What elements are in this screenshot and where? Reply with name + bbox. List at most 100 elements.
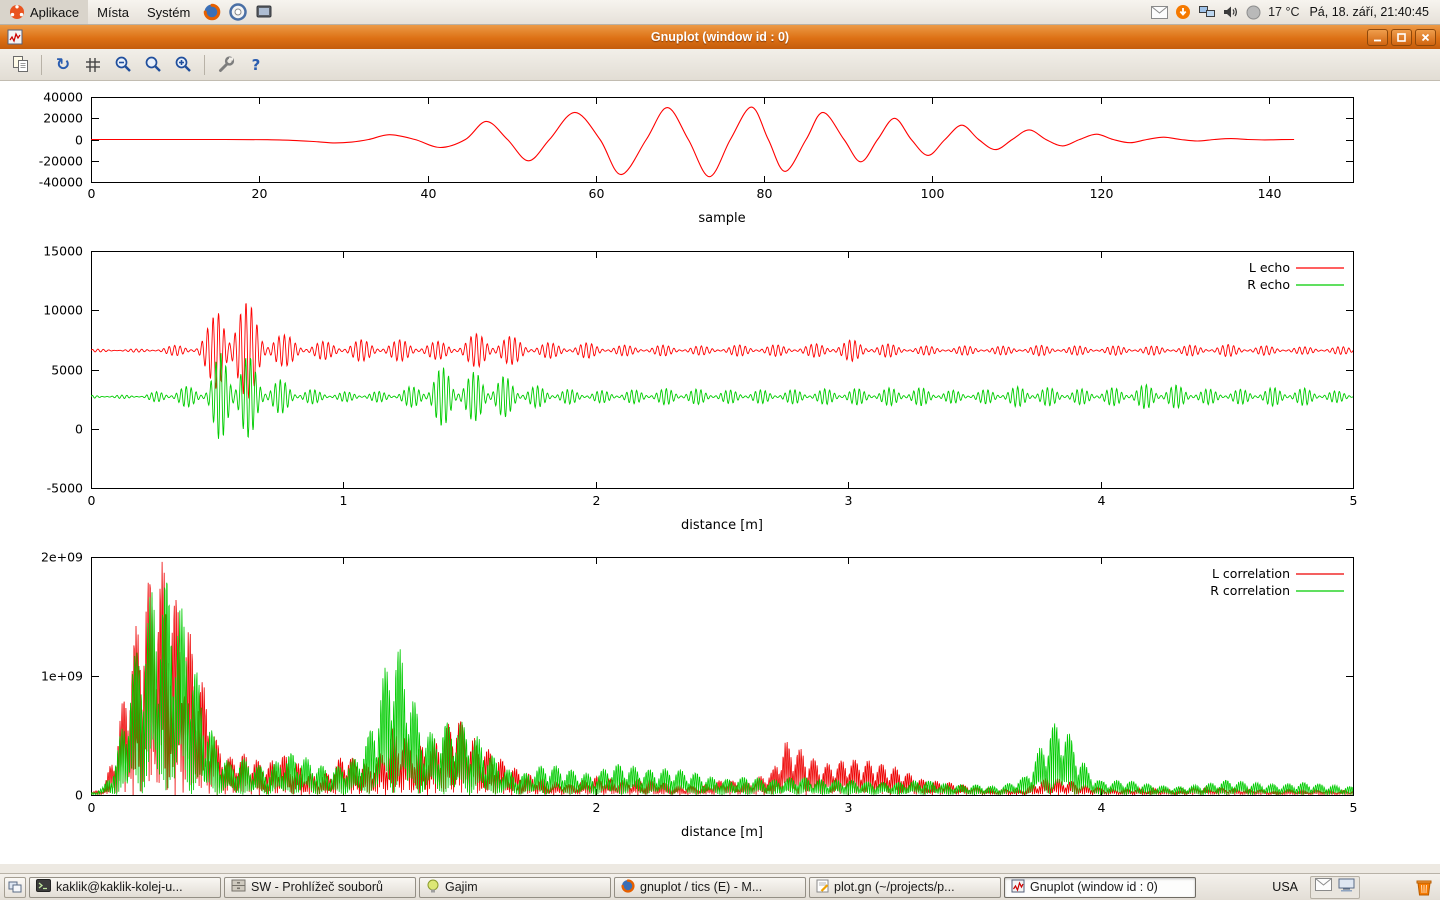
correlation-chart: 01234501e+092e+09distance [m]L correlati… xyxy=(0,546,1440,846)
x-tick-label: 40 xyxy=(421,186,437,201)
task-gajim[interactable]: Gajim xyxy=(419,877,611,898)
x-tick-label: 3 xyxy=(845,493,853,508)
x-tick-label: 2 xyxy=(593,800,601,815)
x-tick-label: 0 xyxy=(88,493,96,508)
network-icon[interactable] xyxy=(1198,5,1216,19)
menu-label-places: Místa xyxy=(97,5,129,20)
configure-button[interactable] xyxy=(212,52,240,78)
x-tick-label: 80 xyxy=(757,186,773,201)
volume-icon[interactable] xyxy=(1223,5,1239,19)
places-menu[interactable]: Místa xyxy=(88,0,138,24)
x-tick-label: 100 xyxy=(921,186,945,201)
replot-button[interactable]: ↻ xyxy=(49,52,77,78)
toolbar-separator xyxy=(204,55,205,75)
x-axis-label: sample xyxy=(698,211,745,226)
help-icon[interactable] xyxy=(225,0,251,24)
minimize-button[interactable] xyxy=(1367,29,1388,46)
x-tick-label: 3 xyxy=(845,800,853,815)
task-label: gnuplot / tics (E) - M... xyxy=(640,880,762,894)
y-tick-label: 0 xyxy=(75,422,83,437)
mail-icon[interactable] xyxy=(1315,878,1332,896)
x-tick-label: 20 xyxy=(252,186,268,201)
top-panel: Aplikace Místa Systém xyxy=(0,0,1440,25)
series-L-echo xyxy=(91,304,1353,399)
y-tick-label: 20000 xyxy=(43,111,83,126)
x-tick-label: 2 xyxy=(593,493,601,508)
y-tick-label: -5000 xyxy=(47,481,83,496)
plot-surface: 020406080100120140-40000-200000200004000… xyxy=(0,81,1440,864)
help-button[interactable]: ? xyxy=(242,52,270,78)
terminal-icon xyxy=(36,879,51,895)
y-tick-label: 5000 xyxy=(51,363,83,378)
desktop-strip xyxy=(0,864,1440,873)
plot-border xyxy=(92,252,1354,489)
grid-button[interactable] xyxy=(79,52,107,78)
zoom-out-button[interactable] xyxy=(109,52,137,78)
window-list-button[interactable] xyxy=(4,877,26,898)
y-tick-label: 15000 xyxy=(43,244,83,259)
x-tick-label: 5 xyxy=(1350,800,1358,815)
window-titlebar[interactable]: Gnuplot (window id : 0) xyxy=(0,25,1440,49)
panel-tray: 17 °C Pá, 18. září, 21:40:45 xyxy=(1151,0,1440,24)
x-tick-label: 1 xyxy=(340,493,348,508)
legend-label: R echo xyxy=(1247,277,1290,292)
firefox-icon xyxy=(621,879,635,896)
update-icon[interactable] xyxy=(1175,4,1191,20)
x-tick-label: 1 xyxy=(340,800,348,815)
close-button[interactable] xyxy=(1415,29,1436,46)
y-tick-label: 0 xyxy=(75,133,83,148)
legend-label: L correlation xyxy=(1212,566,1290,581)
waveform-chart: 020406080100120140-40000-200000200004000… xyxy=(0,85,1440,237)
system-menu[interactable]: Systém xyxy=(138,0,199,24)
x-tick-label: 60 xyxy=(589,186,605,201)
zoom-button[interactable] xyxy=(139,52,167,78)
echo-chart: 012345-5000050001000015000distance [m]L … xyxy=(0,240,1440,540)
gajim-icon xyxy=(426,879,440,896)
task-file-browser[interactable]: SW - Prohlížeč souborů xyxy=(224,877,416,898)
task-terminal[interactable]: kaklik@kaklik-kolej-u... xyxy=(29,877,221,898)
task-label: kaklik@kaklik-kolej-u... xyxy=(56,880,183,894)
zoom-in-button[interactable] xyxy=(169,52,197,78)
task-editor[interactable]: plot.gn (~/projects/p... xyxy=(809,877,1001,898)
y-tick-label: 2e+09 xyxy=(41,550,83,565)
y-tick-label: 40000 xyxy=(43,90,83,105)
screenshot-icon[interactable] xyxy=(251,0,277,24)
clock[interactable]: Pá, 18. září, 21:40:45 xyxy=(1306,5,1432,19)
task-label: Gnuplot (window id : 0) xyxy=(1030,880,1158,894)
y-tick-label: -20000 xyxy=(39,154,83,169)
menu-label-applications: Aplikace xyxy=(30,5,79,20)
window-buttons xyxy=(1367,29,1436,46)
temperature: 17 °C xyxy=(1268,5,1299,19)
desktop: Aplikace Místa Systém xyxy=(0,0,1440,900)
y-tick-label: 10000 xyxy=(43,303,83,318)
keyboard-layout-indicator[interactable]: USA xyxy=(1268,879,1302,895)
applications-menu[interactable]: Aplikace xyxy=(0,0,88,24)
x-tick-label: 0 xyxy=(88,800,96,815)
y-tick-label: -40000 xyxy=(39,175,83,190)
mail-icon[interactable] xyxy=(1151,6,1168,19)
y-tick-label: 1e+09 xyxy=(41,669,83,684)
x-axis-label: distance [m] xyxy=(681,825,763,840)
series-R-echo xyxy=(91,353,1353,439)
y-tick-label: 0 xyxy=(75,788,83,803)
window-title: Gnuplot (window id : 0) xyxy=(0,30,1440,44)
ubuntu-logo-icon xyxy=(9,4,25,20)
series-R-correlation xyxy=(91,583,1353,795)
task-label: SW - Prohlížeč souborů xyxy=(251,880,383,894)
task-firefox[interactable]: gnuplot / tics (E) - M... xyxy=(614,877,806,898)
text-editor-icon xyxy=(816,879,829,896)
legend-label: L echo xyxy=(1249,260,1290,275)
gnuplot-icon xyxy=(1011,879,1025,896)
display-icon[interactable] xyxy=(1338,878,1355,897)
toolbar: ↻ ? xyxy=(0,49,1440,81)
x-tick-label: 140 xyxy=(1258,186,1282,201)
trash-icon[interactable] xyxy=(1414,877,1434,897)
maximize-button[interactable] xyxy=(1391,29,1412,46)
firefox-icon[interactable] xyxy=(199,0,225,24)
task-gnuplot[interactable]: Gnuplot (window id : 0) xyxy=(1004,877,1196,898)
panel-menus: Aplikace Místa Systém xyxy=(0,0,277,24)
taskbar: kaklik@kaklik-kolej-u... SW - Prohlížeč … xyxy=(0,873,1440,900)
copy-button[interactable] xyxy=(6,52,34,78)
weather-icon[interactable] xyxy=(1246,5,1261,20)
x-tick-label: 0 xyxy=(88,186,96,201)
